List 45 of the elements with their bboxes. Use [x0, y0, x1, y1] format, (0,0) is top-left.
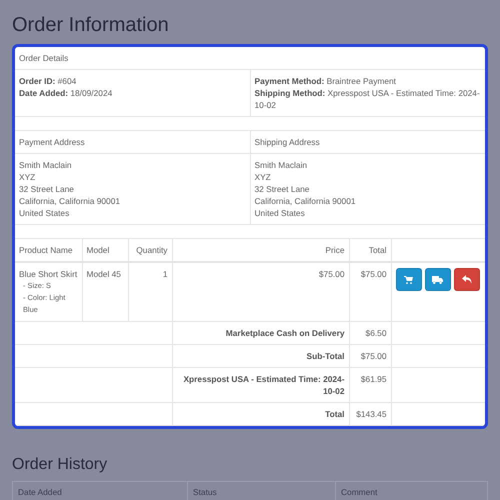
address-line: 32 Street Lane — [19, 183, 75, 195]
cart-button[interactable] — [396, 268, 422, 291]
total-label: Marketplace Cash on Delivery — [224, 327, 344, 339]
shipping-button[interactable] — [424, 268, 450, 291]
total-value: $61.95 — [349, 368, 391, 402]
column-header: Date Added — [12, 482, 188, 500]
address-line: California, California 90001 — [254, 195, 357, 207]
address-line: XYZ — [19, 171, 36, 183]
total-label: Xpresspost USA - Estimated Time: 2024-10-02 — [182, 373, 344, 397]
table-cell: 1 — [128, 262, 172, 322]
address-line: Smith Maclain — [19, 159, 73, 171]
address-line: United States — [254, 207, 306, 219]
column-header: Total — [349, 239, 391, 262]
table-cell: Model 45 — [82, 262, 128, 322]
column-header: Comment — [336, 482, 488, 500]
detail-line: Payment Method: Braintree Payment — [254, 75, 398, 87]
column-header: Model — [82, 239, 128, 262]
total-value: $143.45 — [349, 402, 391, 426]
address-line: United States — [19, 207, 70, 219]
table-cell: $75.00 — [172, 262, 349, 322]
total-label: Total — [324, 408, 344, 420]
column-header: Status — [188, 482, 336, 500]
address-line: Smith Maclain — [254, 159, 308, 171]
total-label: Sub-Total — [306, 350, 344, 362]
column-header: Quantity — [128, 239, 172, 262]
return-button[interactable] — [454, 268, 480, 291]
page-title: Order Information — [12, 13, 170, 38]
section-title: Order History — [12, 455, 108, 475]
address-line: California, California 90001 — [19, 195, 122, 207]
column-header: Payment Address — [15, 130, 250, 154]
column-header: Product Name — [15, 239, 82, 262]
reply-arrow-icon — [462, 275, 472, 284]
truck-icon — [432, 276, 443, 284]
product-name: Blue Short Skirt — [19, 268, 78, 280]
column-header: Price — [172, 239, 349, 262]
detail-line: Order ID: #604 — [19, 75, 78, 87]
address-line: XYZ — [254, 171, 272, 183]
detail-line: Shipping Method: Xpresspost USA - Estimated Time: 2024-10-02 — [254, 87, 481, 111]
address-line: 32 Street Lane — [254, 183, 310, 195]
cart-icon — [404, 276, 413, 284]
total-value: $75.00 — [349, 344, 391, 368]
section-header: Order Details — [15, 47, 485, 70]
table-cell: $75.00 — [349, 262, 391, 322]
total-value: $6.50 — [349, 322, 391, 344]
detail-line: Date Added: 18/09/2024 — [19, 87, 114, 99]
